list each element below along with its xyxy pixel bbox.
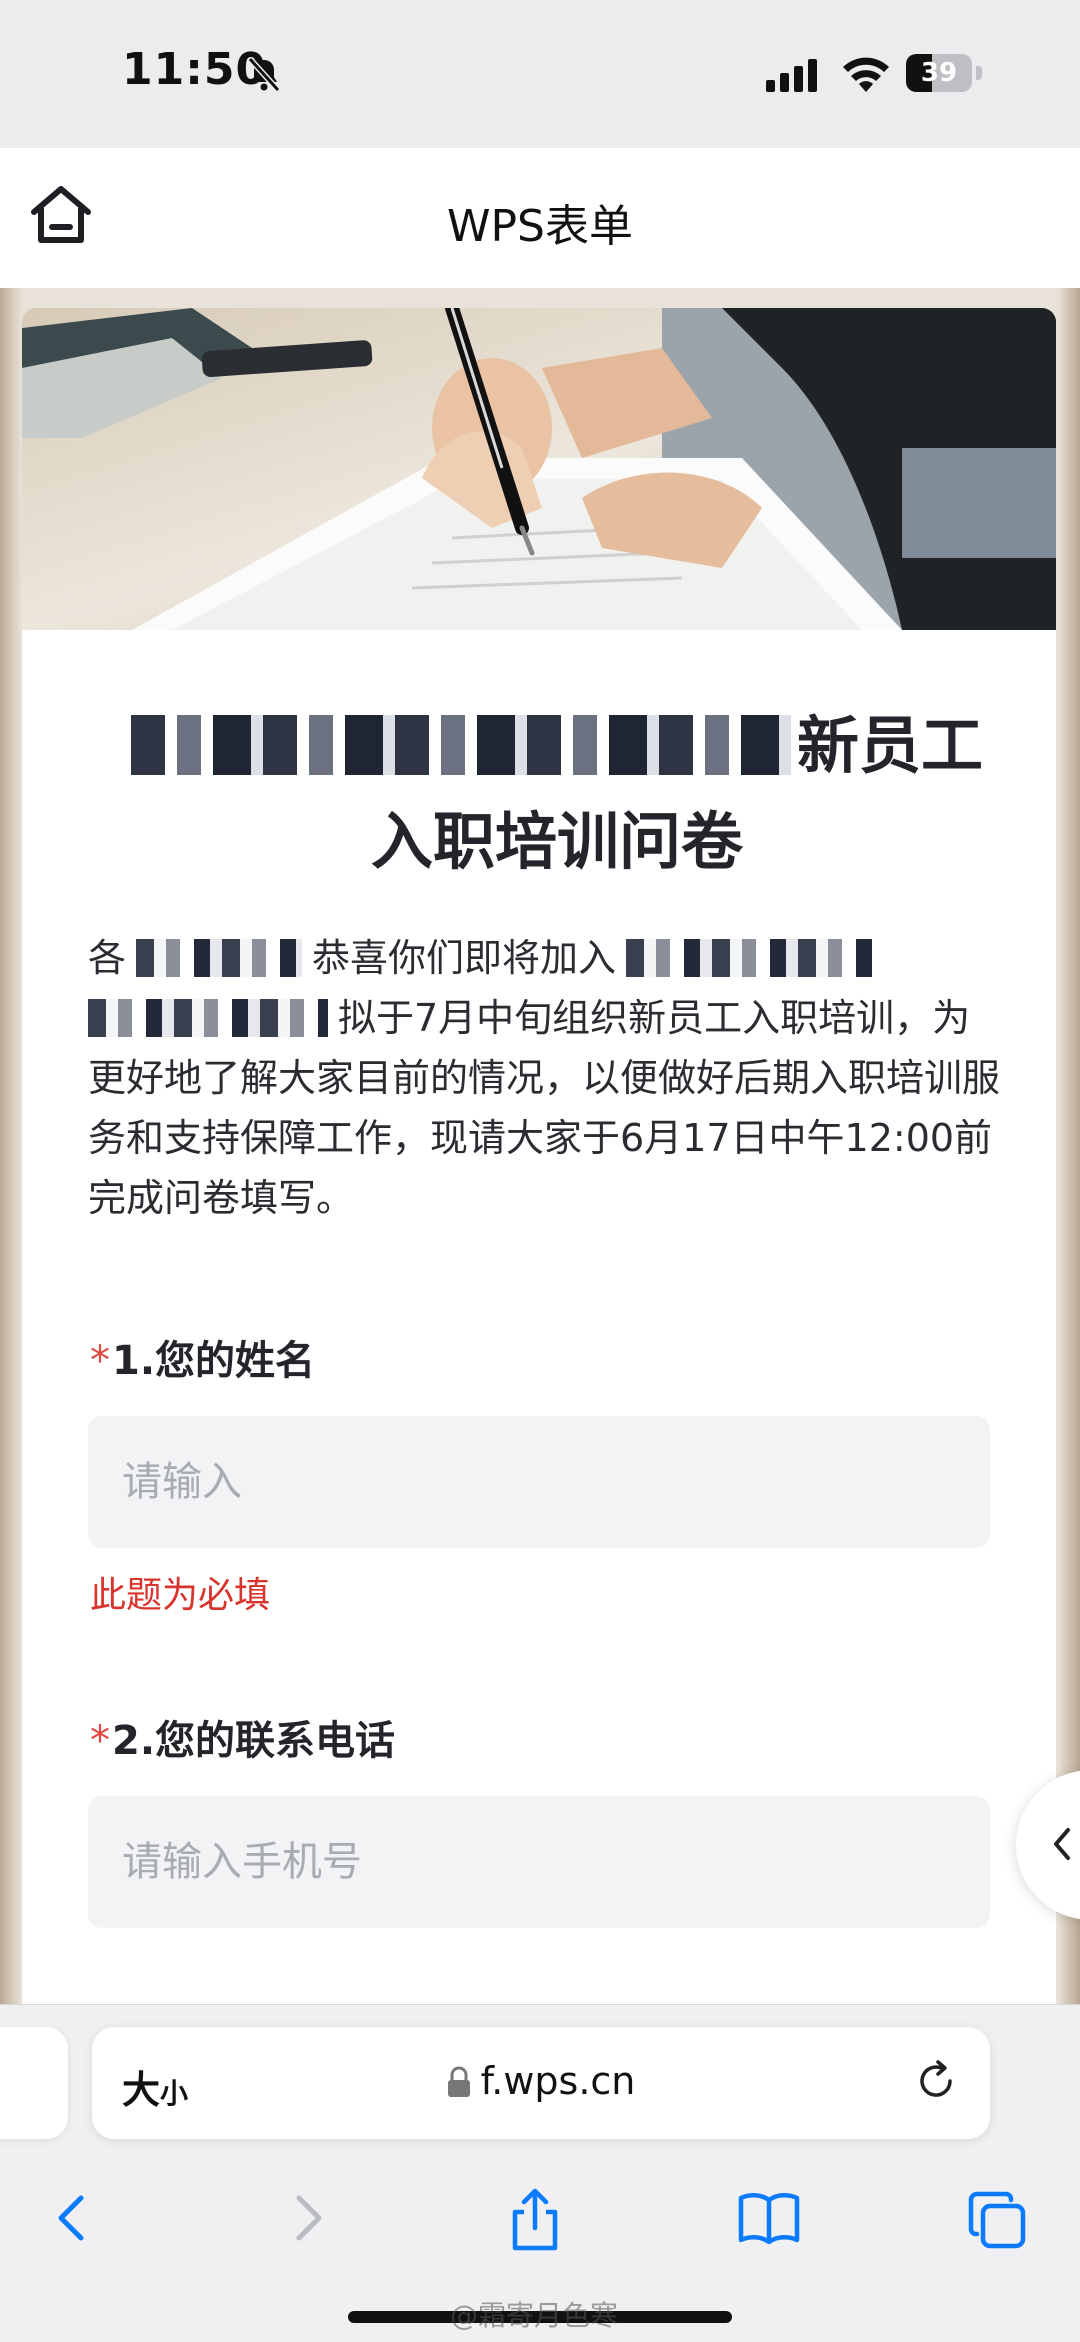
forward-button[interactable] <box>262 2173 352 2263</box>
redacted-org-name <box>130 715 791 775</box>
required-mark: * <box>90 1718 110 1764</box>
back-icon <box>58 2195 84 2241</box>
redacted-text <box>136 939 303 977</box>
reload-icon[interactable] <box>912 2057 960 2105</box>
redacted-text <box>626 939 873 977</box>
url-text: f.wps.cn <box>480 2059 636 2103</box>
question-1-text: 1.您的姓名 <box>112 1338 316 1384</box>
intro-part1: 各 <box>88 936 127 980</box>
form-title: 新员工 入职培训问卷 <box>92 698 1022 890</box>
bookmarks-icon <box>738 2193 800 2245</box>
wifi-icon <box>843 57 889 92</box>
browser-bottom-bar: 大小 f.wps.cn <box>0 2004 1080 2342</box>
required-error-text: 此题为必填 <box>90 1575 271 1616</box>
signal-icon <box>766 59 817 92</box>
form-intro: 各恭喜你们即将加入 拟于7月中旬组织新员工入职培训，为更好地了解大家目前的情况，… <box>88 928 1008 1228</box>
share-button[interactable] <box>490 2173 580 2263</box>
battery-icon: 39 <box>906 54 984 94</box>
previous-tab-card[interactable] <box>0 2027 68 2139</box>
question-2-label: *2.您的联系电话 <box>90 1708 395 1766</box>
phone-input[interactable] <box>88 1796 990 1928</box>
page-title: WPS表单 <box>447 201 633 252</box>
form-title-line1: 新员工 <box>796 709 983 782</box>
banner-image <box>22 308 1056 630</box>
nav-header: WPS表单 <box>0 148 1080 288</box>
share-icon <box>512 2188 558 2251</box>
address-bar[interactable]: 大小 f.wps.cn <box>92 2027 990 2139</box>
form-title-line2: 入职培训问卷 <box>370 805 743 878</box>
battery-level-text: 39 <box>920 58 958 88</box>
tabs-icon <box>968 2191 1026 2249</box>
required-mark: * <box>90 1338 110 1384</box>
watermark-text: @霜寄月色寒 <box>450 2299 619 2332</box>
back-button[interactable] <box>28 2173 118 2263</box>
intro-part2: 恭喜你们即将加入 <box>312 936 617 980</box>
bookmarks-button[interactable] <box>722 2173 812 2263</box>
bell-off-icon <box>247 56 281 93</box>
question-2-text: 2.您的联系电话 <box>112 1718 396 1764</box>
url-display[interactable]: f.wps.cn <box>92 2059 990 2103</box>
status-bar: 11:50 39 <box>0 0 1080 148</box>
form-card: 新员工 入职培训问卷 各恭喜你们即将加入 拟于7月中旬组织新员工入职培训，为更好… <box>22 308 1056 2028</box>
chevron-left-icon <box>1054 1828 1070 1860</box>
question-1-label: *1.您的姓名 <box>90 1328 315 1386</box>
tabs-button[interactable] <box>950 2173 1040 2263</box>
redacted-text <box>88 999 328 1037</box>
lock-icon <box>447 2066 470 2097</box>
browser-toolbar <box>0 2173 1080 2273</box>
forward-icon <box>296 2195 322 2241</box>
name-input[interactable] <box>88 1416 990 1548</box>
